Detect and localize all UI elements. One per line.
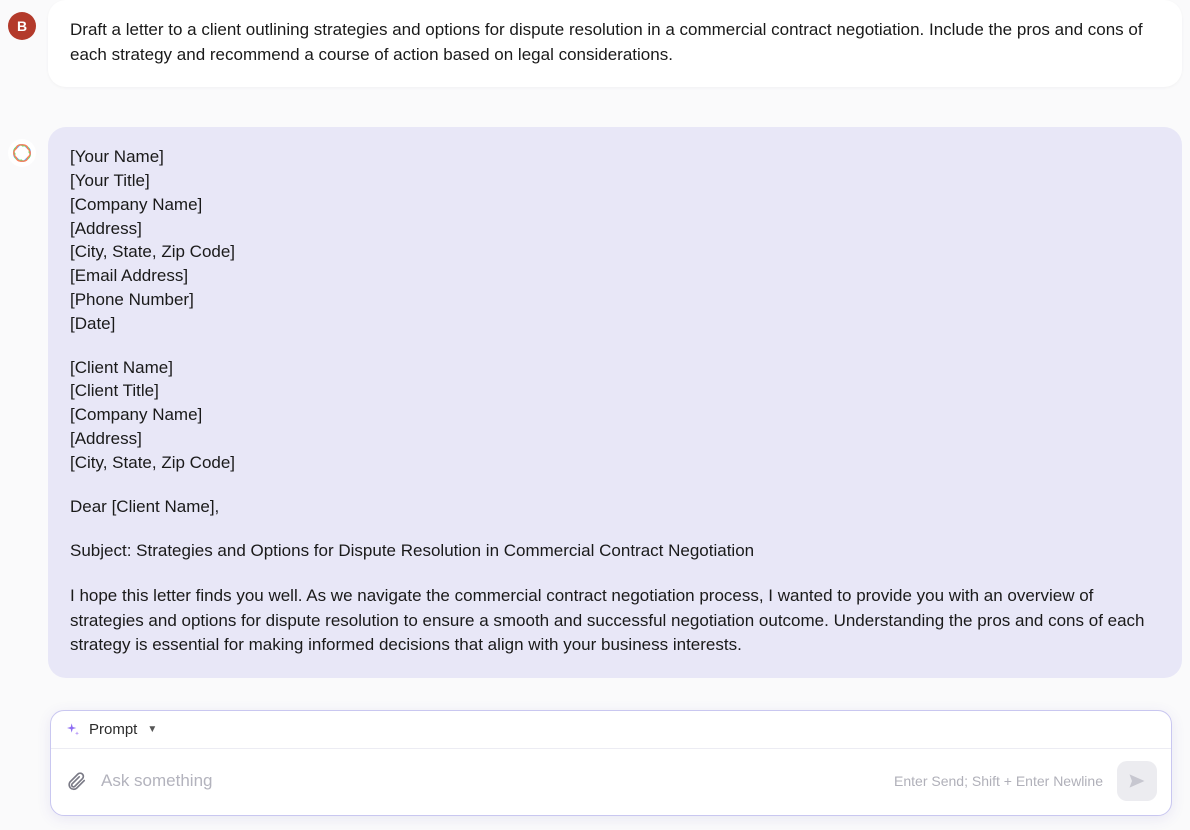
letter-line: [Date] bbox=[70, 312, 1160, 336]
composer-input-row: Enter Send; Shift + Enter Newline bbox=[51, 749, 1171, 815]
letter-line: [City, State, Zip Code] bbox=[70, 240, 1160, 264]
user-avatar-letter: B bbox=[17, 18, 27, 34]
letter-line: [Address] bbox=[70, 217, 1160, 241]
letter-salutation: Dear [Client Name], bbox=[70, 495, 1160, 520]
composer-hint: Enter Send; Shift + Enter Newline bbox=[894, 773, 1103, 789]
composer-mode-label: Prompt bbox=[89, 721, 137, 738]
ai-avatar bbox=[8, 139, 36, 167]
user-message-row: B Draft a letter to a client outlining s… bbox=[8, 0, 1182, 87]
letter-line: [Client Name] bbox=[70, 356, 1160, 380]
letter-recipient-block: [Client Name] [Client Title] [Company Na… bbox=[70, 356, 1160, 475]
letter-line: [Your Title] bbox=[70, 169, 1160, 193]
user-avatar: B bbox=[8, 12, 36, 40]
ai-message-row: [Your Name] [Your Title] [Company Name] … bbox=[8, 127, 1182, 678]
letter-line: [City, State, Zip Code] bbox=[70, 451, 1160, 475]
letter-subject: Subject: Strategies and Options for Disp… bbox=[70, 539, 1160, 564]
composer-input[interactable] bbox=[101, 771, 880, 791]
send-button[interactable] bbox=[1117, 761, 1157, 801]
letter-line: [Email Address] bbox=[70, 264, 1160, 288]
composer: Prompt ▼ Enter Send; Shift + Enter Newli… bbox=[50, 710, 1172, 816]
send-icon bbox=[1127, 771, 1147, 791]
ai-logo-icon bbox=[11, 142, 33, 164]
letter-line: [Client Title] bbox=[70, 379, 1160, 403]
user-message-text: Draft a letter to a client outlining str… bbox=[70, 20, 1143, 64]
letter-line: [Company Name] bbox=[70, 403, 1160, 427]
letter-line: [Phone Number] bbox=[70, 288, 1160, 312]
letter-line: [Address] bbox=[70, 427, 1160, 451]
composer-mode-row[interactable]: Prompt ▼ bbox=[51, 711, 1171, 749]
user-message-bubble: Draft a letter to a client outlining str… bbox=[48, 0, 1182, 87]
letter-intro: I hope this letter finds you well. As we… bbox=[70, 584, 1160, 658]
letter-sender-block: [Your Name] [Your Title] [Company Name] … bbox=[70, 145, 1160, 335]
letter-line: [Your Name] bbox=[70, 145, 1160, 169]
ai-message-bubble: [Your Name] [Your Title] [Company Name] … bbox=[48, 127, 1182, 678]
sparkle-icon bbox=[65, 722, 81, 738]
letter-line: [Company Name] bbox=[70, 193, 1160, 217]
attachment-icon[interactable] bbox=[65, 770, 87, 792]
chevron-down-icon: ▼ bbox=[147, 724, 157, 735]
